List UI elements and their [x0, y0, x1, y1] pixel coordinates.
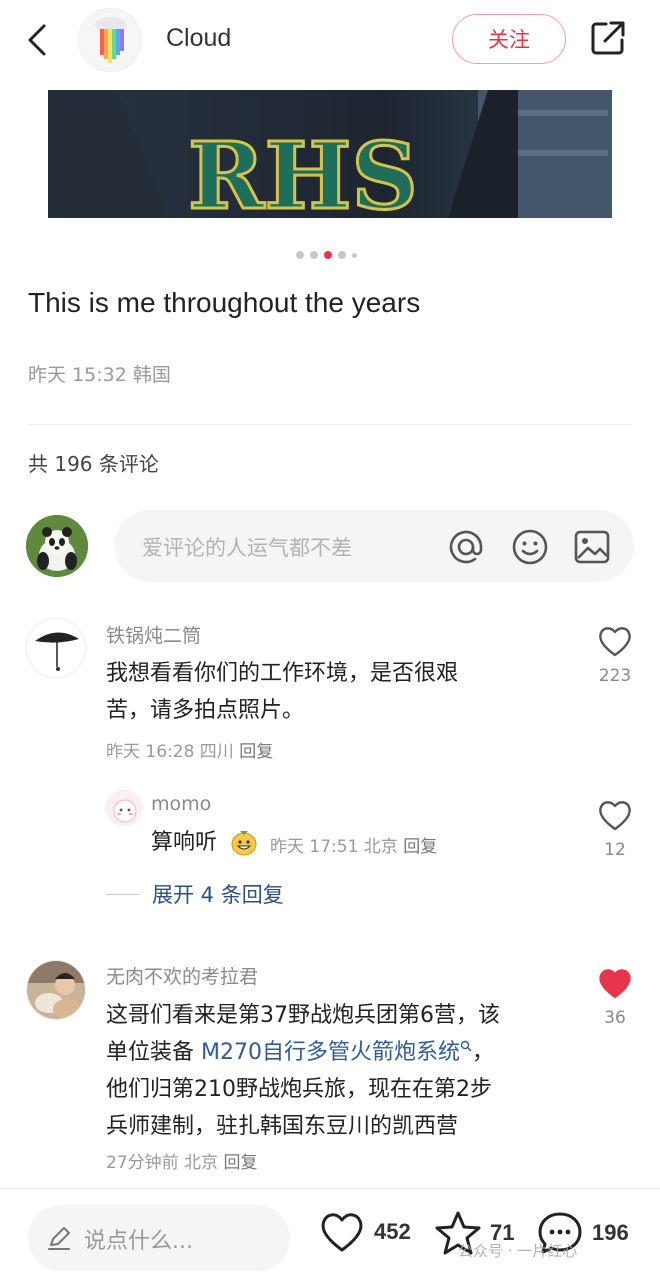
carousel-indicator	[296, 250, 357, 260]
reply-meta: 昨天 17:51 北京 回复	[270, 832, 437, 857]
mention-button[interactable]	[447, 528, 485, 566]
share-icon	[591, 21, 625, 55]
smiley-icon	[512, 529, 548, 565]
heart-outline-icon	[599, 627, 631, 657]
carousel-dot	[310, 251, 318, 259]
cat-avatar-image	[107, 791, 141, 825]
image-button[interactable]	[573, 528, 611, 566]
like-button[interactable]: 36	[595, 966, 635, 1028]
chevron-left-icon	[28, 24, 46, 56]
follow-button[interactable]: 关注	[452, 14, 566, 64]
carousel-dot	[296, 251, 304, 259]
commenter-avatar[interactable]	[26, 960, 86, 1020]
like-count: 12	[604, 840, 626, 860]
reply-text: 算响听	[151, 824, 217, 861]
replier-name[interactable]: momo	[151, 793, 211, 815]
reply-button[interactable]: 回复	[239, 742, 273, 762]
pencil-icon	[48, 1227, 70, 1250]
jacket-letters: RHS	[188, 122, 418, 218]
author-name[interactable]: Cloud	[166, 24, 231, 53]
like-count: 36	[604, 1008, 626, 1028]
rainbow-cloud-icon	[79, 9, 141, 71]
emoji-button[interactable]	[511, 528, 549, 566]
back-button[interactable]	[20, 20, 56, 60]
top-bar: Cloud 关注	[0, 0, 660, 82]
comment-text-prefix: 单位装备	[106, 1040, 201, 1065]
like-button[interactable]: 12	[595, 798, 635, 860]
reply-text-content: 算响听	[151, 830, 218, 855]
post-like-button[interactable]: 452	[318, 1210, 411, 1254]
post-like-count: 452	[374, 1219, 411, 1244]
panda-avatar-image	[26, 515, 88, 577]
bottom-divider	[0, 1188, 660, 1189]
reply-button[interactable]: 回复	[403, 837, 437, 857]
person-with-pet-avatar-image	[27, 961, 85, 1019]
search-link[interactable]: M270自行多管火箭炮系统	[201, 1040, 460, 1065]
carousel-dot	[352, 252, 357, 258]
post-photo[interactable]: RHS	[48, 90, 612, 218]
comment-count: 共 196 条评论	[28, 452, 159, 476]
comment-input[interactable]: 爱评论的人运气都不差	[114, 510, 634, 582]
watermark: 公众号 · 一片红心	[458, 1242, 578, 1260]
expand-replies-label: 展开 4 条回复	[152, 883, 284, 907]
comment-text-suffix: ，	[471, 1040, 494, 1065]
comment-total: 196	[592, 1220, 629, 1245]
comment-meta: 27分钟前 北京 回复	[106, 1148, 257, 1173]
comment-text: 他们归第210野战炮兵旅，现在在第2步	[106, 1077, 492, 1102]
like-count: 223	[598, 666, 632, 686]
say-something-input[interactable]: 说点什么...	[28, 1205, 290, 1271]
search-icon[interactable]	[460, 1040, 472, 1052]
comment-time-location: 昨天 16:28 四川	[106, 742, 234, 762]
comment-text: 我想看看你们的工作环境，是否很艰	[106, 661, 459, 686]
comment-time-location: 27分钟前 北京	[106, 1153, 219, 1173]
heart-outline-icon	[321, 1213, 363, 1252]
comment-meta: 昨天 16:28 四川 回复	[106, 737, 273, 762]
my-avatar	[26, 515, 88, 577]
like-button[interactable]: 223	[595, 624, 635, 686]
carousel-dot-active	[324, 251, 332, 259]
grinning-face-emoji-icon	[231, 831, 257, 856]
comment-text: 这哥们看来是第37野战炮兵团第6营，该	[106, 1003, 500, 1028]
heart-outline-icon	[599, 801, 631, 831]
carousel-dot	[338, 251, 346, 259]
reply-time-location: 昨天 17:51 北京	[270, 837, 398, 857]
sticker-emoji	[230, 828, 258, 856]
comment-text: 兵师建制，驻扎韩国东豆川的凯西营	[106, 1114, 459, 1139]
umbrella-tree-avatar-image	[27, 619, 85, 677]
comment-text: 单位装备 M270自行多管火箭炮系统 ，	[106, 1034, 494, 1071]
commenter-avatar[interactable]	[26, 618, 86, 678]
say-something-placeholder: 说点什么...	[84, 1229, 193, 1254]
image-icon	[574, 530, 610, 564]
comment-text: 苦，请多拍点照片。	[106, 698, 305, 723]
expand-replies-button[interactable]: 展开 4 条回复	[106, 878, 284, 910]
comment-input-placeholder: 爱评论的人运气都不差	[142, 536, 352, 560]
commenter-name[interactable]: 铁锅炖二筒	[106, 621, 201, 648]
jacket-image: RHS	[48, 90, 612, 218]
replier-avatar[interactable]	[106, 790, 142, 826]
post-meta: 昨天 15:32 韩国	[28, 364, 171, 386]
author-avatar[interactable]	[78, 8, 142, 72]
commenter-name[interactable]: 无肉不欢的考拉君	[106, 962, 258, 989]
at-icon	[449, 530, 483, 564]
divider	[28, 424, 632, 425]
heart-filled-icon	[599, 969, 631, 998]
expand-line	[106, 893, 140, 895]
post-title: This is me throughout the years	[28, 287, 421, 318]
share-button[interactable]	[588, 18, 628, 58]
reply-button[interactable]: 回复	[223, 1153, 257, 1173]
